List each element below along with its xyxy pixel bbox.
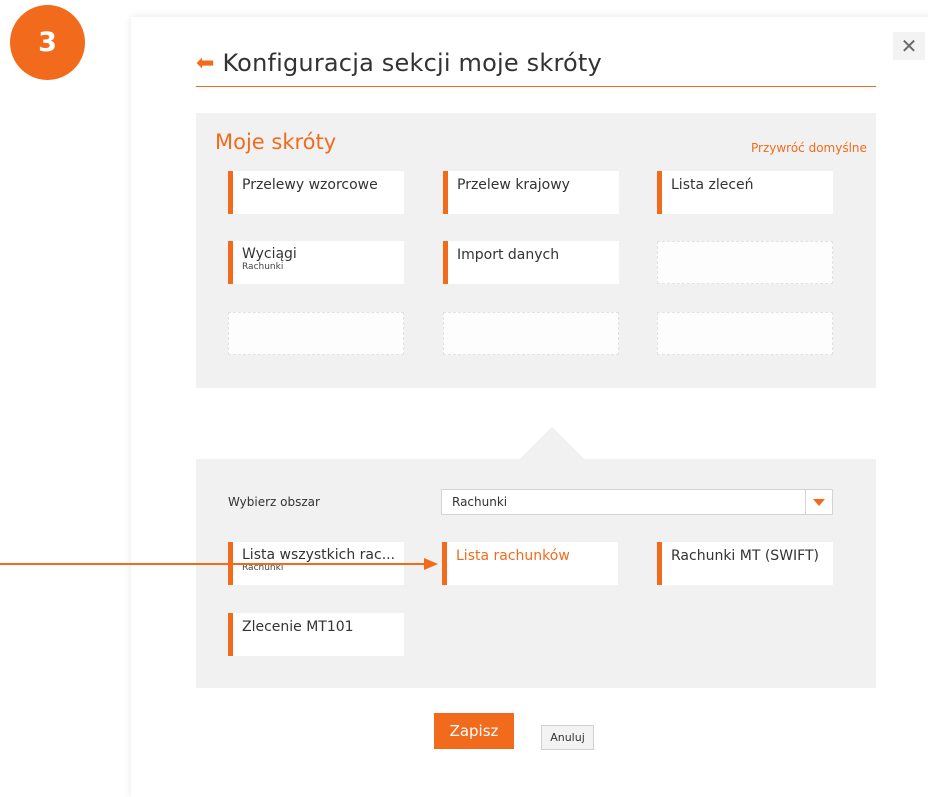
shortcut-tile[interactable]: Przelew krajowy	[443, 171, 619, 214]
close-icon: ✕	[900, 34, 918, 58]
restore-defaults-link[interactable]: Przywróć domyślne	[751, 141, 867, 155]
shortcut-tile[interactable]: Wyciągi Rachunki	[228, 241, 404, 284]
tile-label: Lista zleceń	[671, 177, 754, 193]
available-tile[interactable]: Zlecenie MT101	[228, 613, 404, 656]
tile-label: Lista rachunków	[456, 548, 570, 564]
shortcut-tile[interactable]: Import danych	[443, 241, 619, 284]
empty-shortcut-slot[interactable]	[443, 312, 619, 355]
available-tile-selected[interactable]: Lista rachunków	[442, 542, 618, 585]
chevron-down-icon	[813, 498, 825, 506]
save-button[interactable]: Zapisz	[434, 713, 514, 749]
tile-label: Import danych	[457, 247, 560, 263]
dropdown-toggle[interactable]	[805, 490, 832, 514]
empty-shortcut-slot[interactable]	[228, 312, 404, 355]
area-select[interactable]: Rachunki	[441, 489, 833, 515]
dialog-header: ⬅︎ Konfiguracja sekcji moje skróty	[196, 40, 876, 87]
shortcut-tile[interactable]: Przelewy wzorcowe	[228, 171, 404, 214]
shortcut-tile[interactable]: Lista zleceń	[657, 171, 833, 214]
tile-sublabel: Rachunki	[242, 262, 284, 272]
close-button[interactable]: ✕	[893, 32, 925, 60]
area-select-label: Wybierz obszar	[228, 495, 320, 509]
area-select-value: Rachunki	[452, 495, 508, 509]
panel-pointer	[520, 427, 584, 459]
annotation-arrow-icon	[0, 558, 438, 570]
my-shortcuts-title: Moje skróty	[215, 130, 337, 154]
tile-label: Zlecenie MT101	[242, 619, 354, 635]
tile-label: Przelew krajowy	[457, 177, 570, 193]
tile-label: Przelewy wzorcowe	[242, 177, 378, 193]
tile-label: Wyciągi	[242, 246, 297, 262]
empty-shortcut-slot[interactable]	[657, 312, 833, 355]
available-tile[interactable]: Rachunki MT (SWIFT)	[657, 542, 833, 585]
back-arrow-icon[interactable]: ⬅︎	[196, 51, 214, 76]
page-title: Konfiguracja sekcji moje skróty	[222, 49, 602, 77]
empty-shortcut-slot[interactable]	[657, 241, 833, 284]
tile-label: Rachunki MT (SWIFT)	[671, 548, 819, 564]
step-number-badge: 3	[10, 5, 85, 80]
cancel-button[interactable]: Anuluj	[541, 725, 594, 750]
